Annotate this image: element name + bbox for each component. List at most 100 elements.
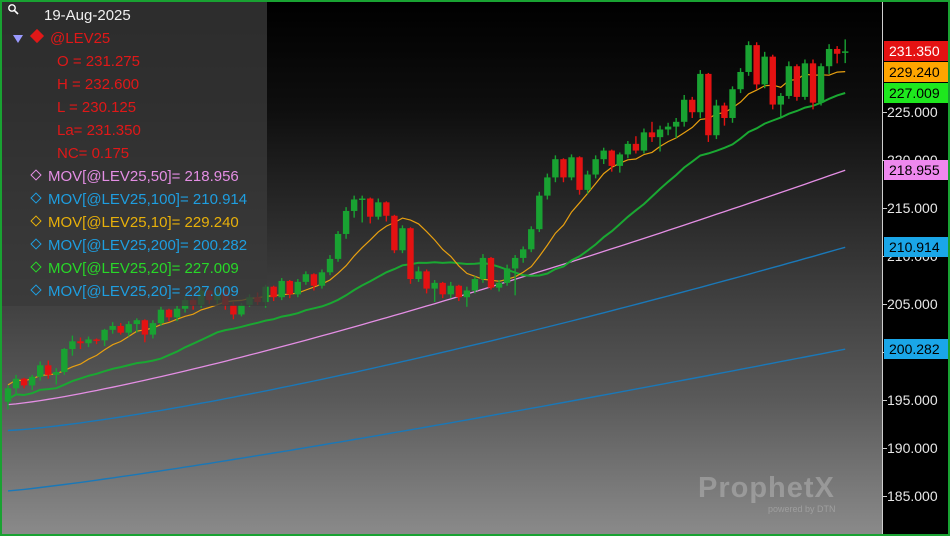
- candle[interactable]: [664, 122, 672, 136]
- price-axis[interactable]: 185.000190.000195.000200.000205.000210.0…: [882, 2, 948, 534]
- candle[interactable]: [302, 271, 310, 285]
- candle[interactable]: [463, 286, 471, 307]
- candle[interactable]: [423, 269, 430, 294]
- candle[interactable]: [399, 225, 406, 254]
- candle[interactable]: [286, 279, 293, 299]
- candle[interactable]: [536, 191, 543, 233]
- candle[interactable]: [101, 328, 108, 347]
- candle[interactable]: [697, 70, 704, 118]
- candle[interactable]: [705, 72, 712, 142]
- candle[interactable]: [552, 155, 559, 183]
- candle[interactable]: [69, 335, 76, 356]
- candle[interactable]: [681, 94, 688, 127]
- candle[interactable]: [769, 54, 776, 110]
- candle[interactable]: [359, 195, 366, 223]
- candle[interactable]: [616, 152, 623, 173]
- candle[interactable]: [842, 39, 849, 64]
- candle[interactable]: [689, 96, 696, 118]
- candle[interactable]: [20, 377, 28, 389]
- magnifier-icon[interactable]: [7, 3, 20, 21]
- candle[interactable]: [85, 336, 92, 348]
- candle[interactable]: [785, 61, 793, 99]
- candle[interactable]: [4, 385, 12, 410]
- candle[interactable]: [447, 281, 454, 299]
- candle-body: [479, 257, 487, 280]
- candle[interactable]: [93, 338, 100, 345]
- collapse-arrow-icon[interactable]: [13, 30, 23, 48]
- candle[interactable]: [318, 269, 326, 289]
- candle[interactable]: [672, 117, 680, 139]
- candle[interactable]: [568, 154, 575, 181]
- candle[interactable]: [270, 285, 277, 302]
- candle[interactable]: [28, 374, 36, 391]
- candle-body: [511, 257, 519, 269]
- candle[interactable]: [53, 368, 60, 385]
- candle[interactable]: [141, 319, 149, 343]
- candle[interactable]: [375, 198, 382, 220]
- candle[interactable]: [165, 308, 173, 322]
- candle[interactable]: [713, 99, 720, 140]
- candle[interactable]: [487, 256, 495, 290]
- candle[interactable]: [77, 337, 84, 349]
- candle[interactable]: [640, 128, 648, 154]
- candle[interactable]: [817, 63, 825, 106]
- candle[interactable]: [294, 279, 301, 298]
- candle[interactable]: [157, 306, 165, 326]
- candle[interactable]: [737, 68, 744, 94]
- candle[interactable]: [825, 44, 833, 74]
- candle[interactable]: [12, 374, 20, 396]
- candle[interactable]: [745, 41, 752, 76]
- candle[interactable]: [721, 102, 728, 126]
- candle[interactable]: [431, 279, 438, 303]
- candle[interactable]: [278, 278, 285, 301]
- candle[interactable]: [383, 201, 390, 222]
- candle-body: [552, 159, 559, 178]
- indicator-label: MOV[@LEV25,20]= 227.009: [48, 260, 239, 277]
- candle[interactable]: [109, 322, 116, 334]
- candle[interactable]: [37, 361, 44, 381]
- candle[interactable]: [560, 158, 567, 183]
- candle[interactable]: [528, 226, 535, 253]
- candle[interactable]: [648, 121, 656, 142]
- candle[interactable]: [753, 42, 760, 90]
- candle-body: [689, 99, 696, 113]
- candle[interactable]: [117, 323, 124, 335]
- candle[interactable]: [479, 254, 487, 283]
- candle[interactable]: [439, 281, 446, 299]
- candle-body: [12, 378, 20, 389]
- candle-body: [833, 48, 841, 54]
- candle[interactable]: [415, 266, 422, 282]
- candle[interactable]: [793, 64, 801, 101]
- candle[interactable]: [801, 59, 809, 100]
- candle[interactable]: [334, 231, 342, 262]
- candle-body: [463, 290, 471, 298]
- candle[interactable]: [350, 195, 358, 218]
- candle[interactable]: [45, 360, 52, 379]
- candle[interactable]: [503, 264, 511, 286]
- candle[interactable]: [729, 86, 736, 123]
- candle[interactable]: [576, 156, 583, 195]
- candle[interactable]: [632, 136, 640, 154]
- candle[interactable]: [833, 46, 841, 64]
- candle[interactable]: [125, 321, 132, 337]
- candle[interactable]: [600, 147, 607, 164]
- candle[interactable]: [342, 207, 350, 239]
- candle[interactable]: [809, 59, 817, 110]
- candle[interactable]: [777, 93, 784, 118]
- candle[interactable]: [544, 173, 551, 200]
- candle[interactable]: [391, 214, 398, 254]
- date-label: 19-Aug-2025: [44, 7, 131, 24]
- candle[interactable]: [61, 348, 68, 375]
- candle[interactable]: [455, 284, 462, 302]
- candle[interactable]: [149, 320, 157, 339]
- candle[interactable]: [592, 155, 599, 179]
- candle[interactable]: [326, 255, 334, 276]
- candle[interactable]: [520, 246, 527, 263]
- candle-body: [825, 48, 833, 67]
- candle[interactable]: [407, 227, 414, 284]
- candle[interactable]: [624, 140, 632, 159]
- candle[interactable]: [367, 197, 374, 224]
- candle[interactable]: [761, 51, 768, 89]
- candle[interactable]: [495, 279, 503, 292]
- candle-body: [367, 198, 374, 217]
